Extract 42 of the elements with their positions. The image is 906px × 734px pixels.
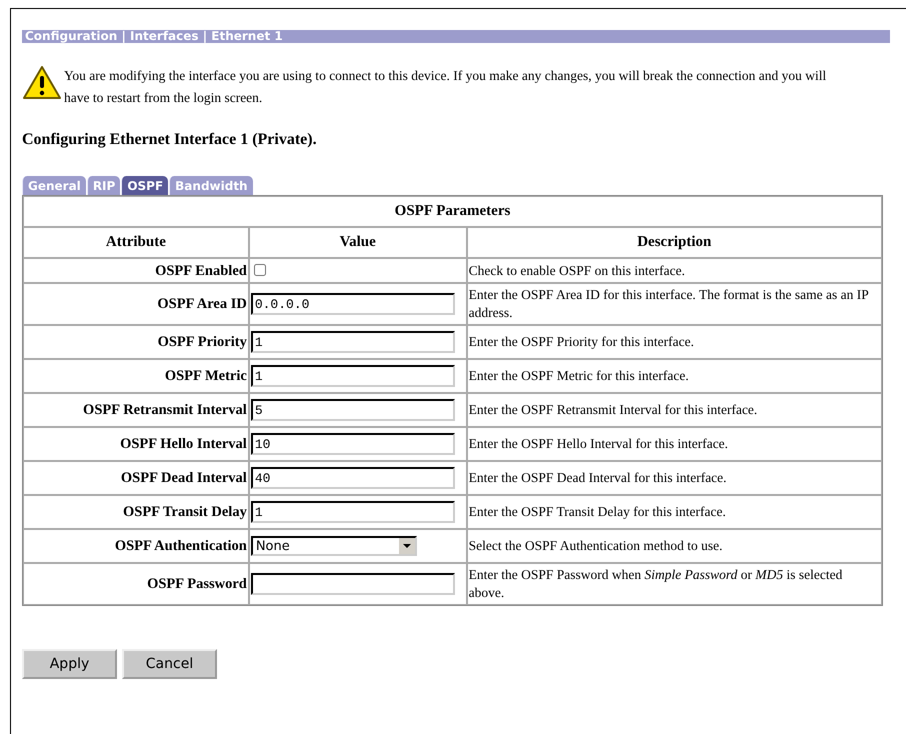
tab[interactable]: OSPF xyxy=(121,176,168,195)
attribute-cell: OSPF Password xyxy=(23,563,249,605)
description-cell: Enter the OSPF Priority for this interface. xyxy=(466,325,882,359)
dropdown[interactable]: None xyxy=(250,536,417,556)
attribute-cell: OSPF Priority xyxy=(23,325,249,359)
table-title: OSPF Parameters xyxy=(23,196,882,227)
warning-icon xyxy=(22,65,62,101)
input-field[interactable]: 1 xyxy=(250,331,455,353)
page-heading: Configuring Ethernet Interface 1 (Private). xyxy=(22,131,318,149)
attribute-cell: OSPF Retransmit Interval xyxy=(23,393,249,427)
column-header: Attribute xyxy=(23,227,249,258)
input-field[interactable]: 5 xyxy=(250,399,455,421)
attribute-cell: OSPF Transit Delay xyxy=(23,495,249,529)
attribute-cell: OSPF Enabled xyxy=(23,258,249,283)
checkbox[interactable] xyxy=(254,264,266,276)
description-cell: Enter the OSPF Retransmit Interval for this interface. xyxy=(466,393,882,427)
attribute-cell: OSPF Metric xyxy=(23,359,249,393)
column-header: Description xyxy=(466,227,882,258)
column-header: Value xyxy=(248,227,467,258)
description-cell: Enter the OSPF Dead Interval for this interface. xyxy=(466,461,882,495)
description-cell: Enter the OSPF Hello Interval for this interface. xyxy=(466,427,882,461)
description-cell: Enter the OSPF Metric for this interface. xyxy=(466,359,882,393)
caret-icon xyxy=(398,538,415,554)
description-cell: Enter the OSPF Transit Delay for this interface. xyxy=(466,495,882,529)
cancel-button[interactable]: Cancel xyxy=(122,649,217,679)
input-field[interactable]: 1 xyxy=(250,501,455,523)
attribute-cell: OSPF Area ID xyxy=(23,283,249,325)
breadcrumb-bar: Configuration | Interfaces | Ethernet 1 xyxy=(22,30,890,43)
description-cell: Enter the OSPF Area ID for this interface. The format is the same as an IP address. xyxy=(466,283,882,325)
apply-button[interactable]: Apply xyxy=(22,649,117,679)
input-field[interactable]: 0.0.0.0 xyxy=(250,293,455,315)
attribute-cell: OSPF Hello Interval xyxy=(23,427,249,461)
warning-message: You are modifying the interface you are using to connect to this device. If you make any changes, you will break the connection and you will have to restart from the login screen. xyxy=(64,67,828,107)
description-cell: Check to enable OSPF on this interface. xyxy=(466,258,882,283)
input-field[interactable]: 1 xyxy=(250,365,455,387)
input-field[interactable]: 40 xyxy=(250,467,455,489)
input-field[interactable]: 10 xyxy=(250,433,455,455)
input-field[interactable] xyxy=(250,573,455,595)
description-cell: Select the OSPF Authentication method to use. xyxy=(466,529,882,563)
attribute-cell: OSPF Dead Interval xyxy=(23,461,249,495)
description-cell: Enter the OSPF Password when Simple Password or MD5 is selected above. xyxy=(466,563,882,605)
attribute-cell: OSPF Authentication xyxy=(23,529,249,563)
